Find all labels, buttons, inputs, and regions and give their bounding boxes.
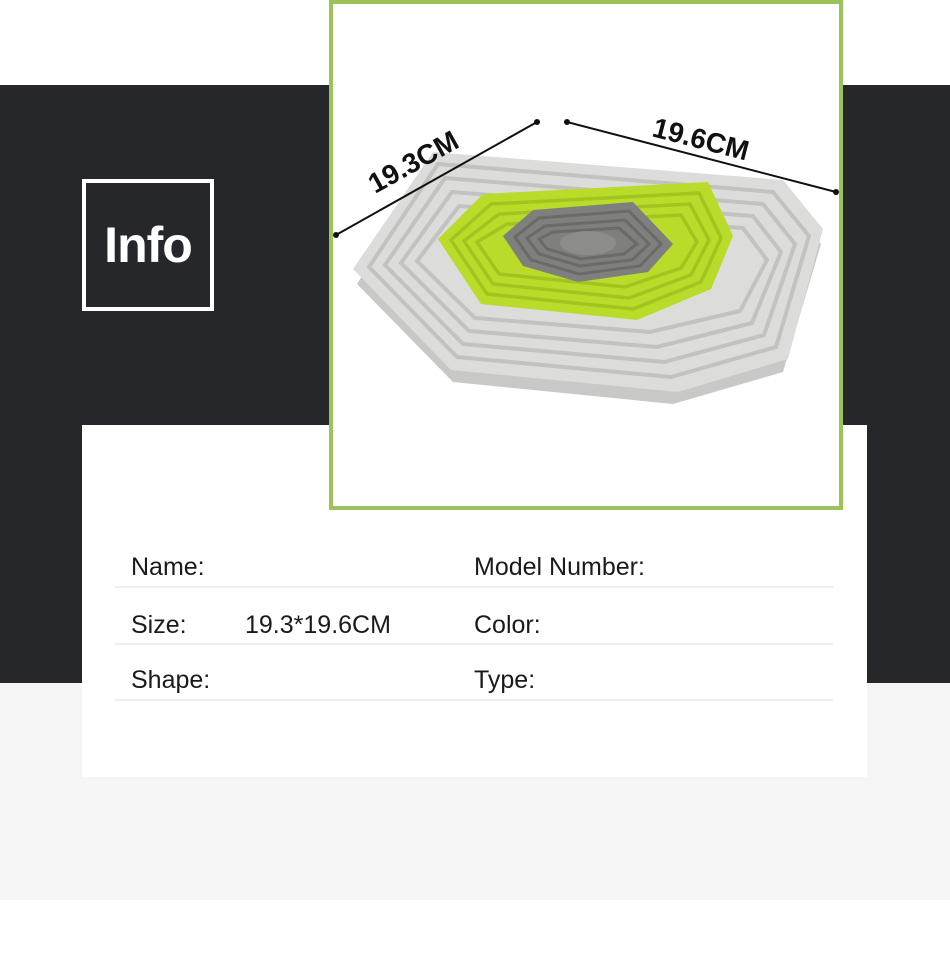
product-image-frame: 19.3CM 19.6CM [329, 0, 843, 510]
size-label: Size: [131, 611, 187, 639]
name-label: Name: [131, 553, 205, 581]
trivet-mat [353, 152, 823, 404]
row-divider [115, 586, 833, 588]
color-label: Color: [474, 611, 541, 639]
info-heading: Info [104, 217, 193, 273]
size-value: 19.3*19.6CM [245, 611, 391, 639]
shape-label: Shape: [131, 666, 211, 694]
model-number-label: Model Number: [474, 553, 645, 581]
bottom-background [0, 900, 950, 959]
row-divider [115, 699, 833, 701]
row-divider [115, 643, 833, 645]
type-label: Type: [474, 666, 536, 694]
trivet-mat-illustration: 19.3CM 19.6CM [333, 112, 839, 404]
depth-dimension-label: 19.6CM [649, 112, 752, 167]
info-heading-box: Info [82, 179, 214, 311]
